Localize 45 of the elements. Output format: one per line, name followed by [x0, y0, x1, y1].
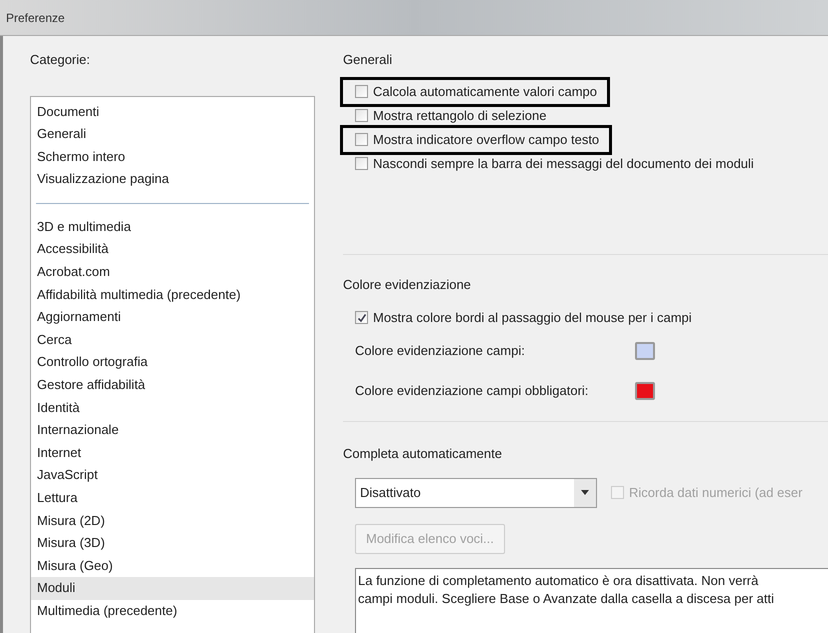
checkbox-label: Mostra indicatore overflow campo testo	[373, 130, 600, 149]
dropdown[interactable]: Disattivato	[355, 478, 597, 508]
checkbox-label: Mostra rettangolo di selezione	[373, 106, 546, 125]
section-title: Completa automaticamente	[343, 445, 502, 463]
category-item[interactable]: Misura (2D)	[31, 510, 314, 532]
description-line: campi moduli. Scegliere Base o Avanzate dalla casella a discesa per atti	[358, 590, 775, 608]
category-item[interactable]: Cerca	[31, 328, 314, 352]
checkbox[interactable]	[355, 85, 368, 98]
color-label: Colore evidenziazione campi obbligatori:	[355, 382, 590, 400]
section-title: Colore evidenziazione	[343, 276, 471, 294]
category-item[interactable]: JavaScript	[31, 464, 314, 487]
category-item[interactable]: Gestore affidabilità	[31, 374, 314, 397]
category-item[interactable]: Internazionale	[31, 419, 314, 442]
category-item[interactable]: Documenti	[31, 100, 314, 124]
checkbox-label: Ricorda dati numerici (ad eser	[629, 484, 802, 502]
category-item[interactable]: Lettura	[31, 487, 314, 510]
color-label: Colore evidenziazione campi:	[355, 342, 526, 360]
checkbox-label: Mostra colore bordi al passaggio del mouse per i campi	[373, 308, 692, 327]
color-swatch[interactable]	[635, 342, 655, 360]
category-item[interactable]: Schermo intero	[31, 146, 314, 168]
categories-label: Categorie:	[30, 51, 90, 69]
checkbox[interactable]	[355, 133, 368, 146]
category-item[interactable]: Accessibilità	[31, 238, 314, 262]
color-swatch[interactable]	[635, 382, 655, 400]
category-item[interactable]: Misura (Geo)	[31, 554, 314, 578]
category-item[interactable]: 3D e multimedia	[31, 216, 314, 238]
checkbox[interactable]	[355, 311, 368, 324]
checkbox-label: Nascondi sempre la barra dei messaggi del documento dei moduli	[373, 154, 754, 173]
category-item[interactable]: Multimedia (precedente)	[31, 600, 314, 623]
checkbox-label: Calcola automaticamente valori campo	[373, 82, 597, 101]
description-line: La funzione di completamento automatico è ora disattivata. Non verrà	[358, 572, 760, 590]
window-title: Preferenze	[6, 10, 65, 26]
checkbox[interactable]	[355, 109, 368, 122]
category-item[interactable]: Misura (3D)	[31, 532, 314, 555]
category-item[interactable]: Acrobat.com	[31, 261, 314, 284]
category-item[interactable]: Controllo ortografia	[31, 351, 314, 374]
category-item[interactable]: Generali	[31, 123, 314, 146]
checkbox[interactable]	[355, 157, 368, 170]
category-item[interactable]: Aggiornamenti	[31, 306, 314, 329]
category-item[interactable]: Moduli	[31, 577, 314, 600]
section-title: Generali	[343, 51, 392, 69]
category-item[interactable]: Identità	[31, 396, 314, 420]
category-item[interactable]: Affidabilità multimedia (precedente)	[31, 284, 314, 306]
category-item[interactable]: Visualizzazione pagina	[31, 168, 314, 191]
category-item[interactable]: Internet	[31, 442, 314, 464]
